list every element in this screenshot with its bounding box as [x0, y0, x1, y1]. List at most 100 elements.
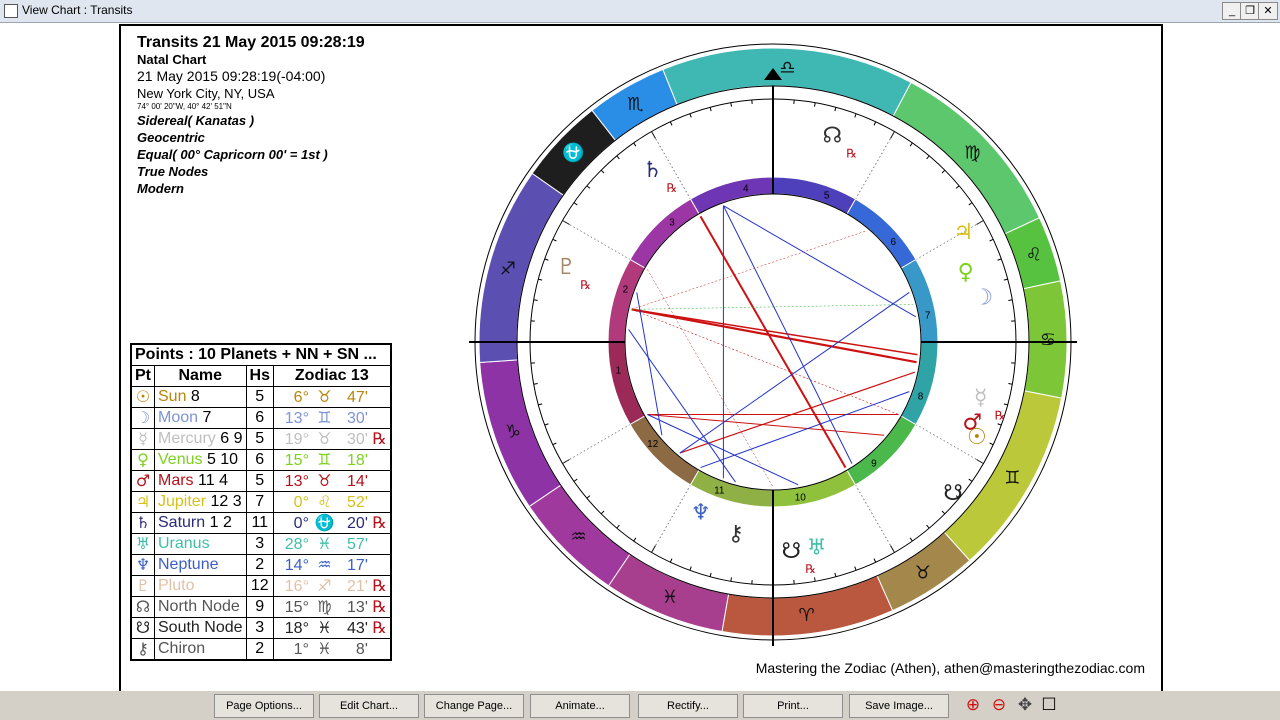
planet-glyph: ♄ — [135, 513, 151, 532]
planet-house: 7 — [245, 491, 274, 513]
col-name-header: Name — [154, 365, 247, 387]
change-page-button[interactable]: Change Page... — [424, 694, 524, 718]
planet-glyph: ☽ — [135, 408, 151, 427]
sign-glyph-icon: ♎ — [779, 57, 795, 78]
planet-rules: 11 4 — [198, 472, 228, 489]
planet-name: Sun — [158, 388, 187, 405]
planet-name-cell: Pluto — [154, 575, 247, 597]
pan-icon[interactable]: ✥ — [1014, 694, 1036, 716]
planet-name-cell: South Node — [154, 617, 247, 639]
chart-wheel: ♍♌♋♊♉♈♓♒♑♐⛎♏♎123456789101112☊℞♄℞♇℞♃♀☽☿℞♂… — [469, 43, 1077, 646]
planet-sign-icon: ♉ — [317, 471, 332, 490]
planet-name-cell: Moon 7 — [154, 407, 247, 429]
planet-name-cell: Mars 11 4 — [154, 470, 247, 492]
col-pt-header: Pt — [130, 365, 155, 387]
restore-button[interactable]: ❐ — [1240, 2, 1260, 20]
ruler-setting: Modern — [137, 181, 184, 196]
retrograde-icon: ℞ — [995, 409, 1006, 423]
node-setting: True Nodes — [137, 164, 209, 179]
planet-name: South Node — [158, 619, 243, 636]
planet-sign-icon: ♌ — [317, 492, 332, 511]
planet-name-cell: Uranus — [154, 533, 247, 555]
zoom-in-icon[interactable]: ⊕ — [962, 694, 984, 716]
sign-glyph-icon: ♑ — [505, 422, 521, 443]
chart-header: Transits 21 May 2015 09:28:19 Natal Char… — [137, 34, 365, 197]
transit-planet-icon: ♄ — [643, 158, 663, 183]
planet-sign-icon: ♒ — [317, 555, 332, 574]
fit-page-icon[interactable]: ☐ — [1038, 694, 1060, 716]
planet-rules: 8 — [190, 388, 200, 405]
planet-degree: 28° — [284, 536, 309, 553]
table-row: ☊ North Node 9 15° ♍ 13' ℞ — [130, 596, 392, 618]
table-row: ♀ Venus 5 10 6 15° ♊ 18' — [130, 449, 392, 471]
transit-planet-icon: ☿ — [974, 386, 988, 411]
planet-sign-icon: ♓ — [317, 639, 332, 658]
chart-title: Transits 21 May 2015 09:28:19 — [137, 34, 365, 51]
window-title: View Chart : Transits — [22, 3, 133, 17]
planet-name: Pluto — [158, 577, 195, 594]
sign-glyph-icon: ♍ — [964, 143, 980, 164]
retrograde-icon: ℞ — [580, 278, 591, 292]
planet-glyph-icon: ☽ — [130, 407, 155, 429]
degree-tick — [533, 383, 538, 385]
transit-planet-icon: ♇ — [556, 255, 576, 280]
planet-sign-icon: ♉ — [317, 387, 332, 406]
sign-glyph-icon: ♈ — [798, 605, 814, 626]
degree-tick — [1008, 299, 1013, 301]
planet-glyph-icon: ♃ — [130, 491, 155, 513]
print-button[interactable]: Print... — [743, 694, 843, 718]
planet-rules: 7 — [202, 409, 212, 426]
planet-degree: 0° — [293, 515, 309, 532]
degree-tick — [814, 577, 816, 582]
planet-degree: 0° — [293, 494, 309, 511]
house-number: 10 — [795, 493, 807, 504]
planet-house: 6 — [245, 407, 274, 429]
house-number: 4 — [743, 183, 749, 194]
table-row: ♇ Pluto 12 16° ♐ 21' ℞ — [130, 575, 392, 597]
planet-degree: 13° — [284, 410, 309, 427]
zoom-out-icon[interactable]: ⊖ — [988, 694, 1010, 716]
planet-sign-icon: ♐ — [317, 576, 332, 595]
retrograde-icon: ℞ — [805, 562, 816, 576]
house-number: 9 — [871, 458, 877, 469]
sign-glyph-icon: ♏ — [627, 94, 643, 115]
planet-sign-icon: ♉ — [317, 429, 332, 448]
retrograde-icon: ℞ — [846, 146, 857, 160]
planet-house: 5 — [245, 470, 274, 492]
app-icon — [4, 4, 18, 18]
close-button[interactable]: ✕ — [1258, 2, 1278, 20]
planet-name: Jupiter — [158, 493, 207, 510]
planet-sign-icon: ♊ — [317, 408, 332, 427]
planet-degree: 14° — [284, 557, 309, 574]
transit-planet-icon: ☉ — [967, 425, 987, 450]
house-number: 8 — [918, 392, 924, 403]
rectify-button[interactable]: Rectify... — [638, 694, 738, 718]
planet-house: 5 — [245, 386, 274, 408]
planet-glyph-icon: ♆ — [130, 554, 155, 576]
animate-button[interactable]: Animate... — [530, 694, 630, 718]
transit-planet-icon: ♆ — [691, 500, 711, 525]
planet-glyph: ♅ — [135, 534, 151, 553]
house-number: 12 — [647, 439, 659, 450]
planet-rules: 5 10 — [206, 451, 239, 468]
centric-setting: Geocentric — [137, 130, 205, 145]
planet-glyph-icon: ⚷ — [130, 638, 155, 661]
planet-house: 12 — [245, 575, 274, 597]
sign-glyph-icon: ♋ — [1040, 330, 1056, 351]
house-number: 11 — [714, 486, 725, 497]
planet-degree: 1° — [293, 641, 309, 658]
save-image-button[interactable]: Save Image... — [849, 694, 949, 718]
planet-name: Neptune — [158, 556, 219, 573]
edit-chart-button[interactable]: Edit Chart... — [319, 694, 419, 718]
planet-glyph-icon: ☋ — [130, 617, 155, 639]
planet-sign-icon: ♓ — [317, 618, 332, 637]
transit-planet-icon: ☊ — [822, 123, 842, 148]
planet-name-cell: Chiron — [154, 638, 247, 661]
planet-name-cell: North Node — [154, 596, 247, 618]
minimize-button[interactable]: _ — [1222, 2, 1242, 20]
house-number: 5 — [824, 190, 830, 201]
planet-glyph-icon: ☊ — [130, 596, 155, 618]
page-options-button[interactable]: Page Options... — [214, 694, 314, 718]
planet-rules: 1 2 — [209, 514, 232, 531]
planet-sign-icon: ♍ — [317, 597, 332, 616]
